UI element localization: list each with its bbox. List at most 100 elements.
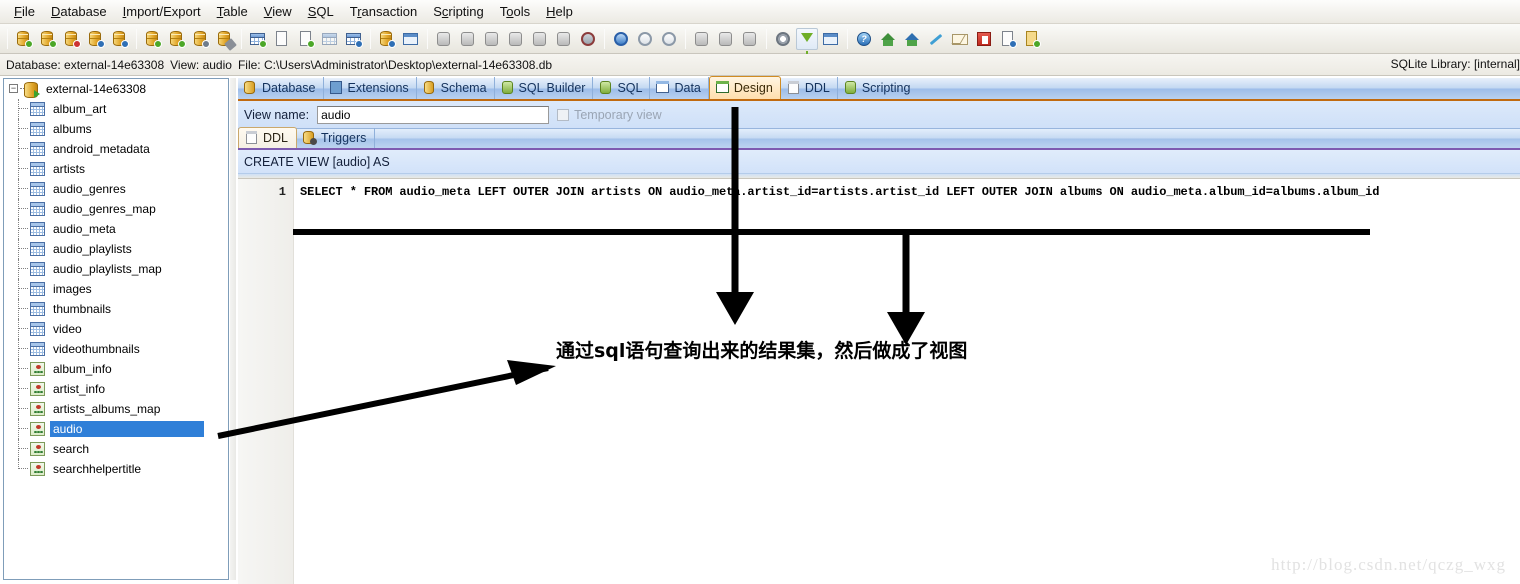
contact-mail-button[interactable]	[949, 28, 971, 50]
tab-extensions[interactable]: Extensions	[324, 77, 417, 99]
view-icon	[30, 362, 45, 376]
menu-import-export[interactable]: Import/Export	[115, 2, 209, 22]
stop-sql-button[interactable]	[577, 28, 599, 50]
tree-item-artists[interactable]: artists	[4, 159, 228, 179]
view-icon	[30, 462, 45, 476]
open-database-button[interactable]	[13, 28, 35, 50]
subtab-triggers[interactable]: Triggers	[297, 128, 376, 148]
compact-database-button[interactable]	[190, 28, 212, 50]
tab-ddl[interactable]: DDL	[781, 77, 838, 99]
menu-table[interactable]: Table	[209, 2, 256, 22]
close-database-button[interactable]	[61, 28, 83, 50]
menu-sql[interactable]: SQL	[300, 2, 342, 22]
scripting-icon	[843, 81, 858, 95]
repair-database-button[interactable]	[214, 28, 237, 51]
tree-item-search[interactable]: search	[4, 439, 228, 459]
tree-item-audio-playlists[interactable]: audio_playlists	[4, 239, 228, 259]
tree-item-audio-meta[interactable]: audio_meta	[4, 219, 228, 239]
line-number: 1	[278, 185, 286, 199]
script-run-1-button[interactable]	[691, 28, 713, 50]
tree-item-album-info[interactable]: album_info	[4, 359, 228, 379]
execute-sql-3-button[interactable]	[481, 28, 503, 50]
checkbox-icon[interactable]	[557, 108, 570, 121]
tab-sql[interactable]: SQL	[593, 77, 651, 99]
execute-sql-5-button[interactable]	[529, 28, 551, 50]
menu-view[interactable]: View	[256, 2, 300, 22]
script-run-3-button[interactable]	[739, 28, 761, 50]
tree-root-external-14e63308[interactable]: − external-14e63308	[4, 79, 228, 99]
execute-sql-6-button[interactable]	[553, 28, 575, 50]
export-data-button[interactable]	[400, 28, 422, 50]
home-page-button[interactable]	[877, 28, 899, 50]
execute-sql-2-button[interactable]	[457, 28, 479, 50]
transaction-begin-button[interactable]	[610, 28, 632, 50]
new-table-button[interactable]	[247, 28, 269, 50]
menu-tools[interactable]: Tools	[492, 2, 538, 22]
script-run-2-button[interactable]	[715, 28, 737, 50]
drop-table-button[interactable]	[319, 28, 341, 50]
tree-connector-horizontal	[18, 168, 28, 169]
transaction-rollback-button[interactable]	[658, 28, 680, 50]
copy-table-button[interactable]	[295, 28, 317, 50]
menu-scripting[interactable]: Scripting	[425, 2, 492, 22]
view-name-input[interactable]	[317, 105, 550, 124]
customize-button[interactable]	[925, 28, 947, 50]
detach-database-button[interactable]	[166, 28, 188, 50]
tree-item-label: searchhelpertitle	[53, 462, 142, 476]
tree-item-audio-playlists-map[interactable]: audio_playlists_map	[4, 259, 228, 279]
tree-item-video[interactable]: video	[4, 319, 228, 339]
tree-item-artist-info[interactable]: artist_info	[4, 379, 228, 399]
tree-item-album-art[interactable]: album_art	[4, 99, 228, 119]
tree-item-albums[interactable]: albums	[4, 119, 228, 139]
register-button[interactable]	[973, 28, 995, 50]
object-tree-panel[interactable]: − external-14e63308 album_art albums andro…	[3, 78, 229, 580]
tree-item-searchhelpertitle[interactable]: searchhelpertitle	[4, 459, 228, 479]
panel-splitter[interactable]	[230, 78, 236, 580]
window-layout-button[interactable]	[820, 28, 842, 50]
tree-item-thumbnails[interactable]: thumbnails	[4, 299, 228, 319]
menu-transaction[interactable]: Transaction	[342, 2, 425, 22]
sql-script-icon	[483, 30, 501, 48]
toolbar: ?	[0, 24, 1520, 56]
tree-item-android-metadata[interactable]: android_metadata	[4, 139, 228, 159]
tab-sql-builder[interactable]: SQL Builder	[495, 77, 594, 99]
help-button[interactable]: ?	[853, 28, 875, 50]
filter-button[interactable]	[796, 27, 818, 56]
subtab-ddl[interactable]: DDL	[238, 127, 298, 148]
database-info-button[interactable]	[109, 28, 131, 50]
collapse-icon[interactable]: −	[9, 84, 18, 93]
updates-button[interactable]	[1021, 28, 1043, 50]
execute-sql-4-button[interactable]	[505, 28, 527, 50]
support-button[interactable]	[901, 28, 923, 50]
tab-design[interactable]: Design	[708, 76, 781, 99]
database-settings-button[interactable]	[85, 28, 107, 50]
import-data-button[interactable]	[376, 28, 398, 50]
about-button[interactable]	[997, 28, 1019, 50]
tree-item-audio-genres[interactable]: audio_genres	[4, 179, 228, 199]
tree-item-videothumbnails[interactable]: videothumbnails	[4, 339, 228, 359]
tree-item-images[interactable]: images	[4, 279, 228, 299]
toolbar-separator	[136, 28, 137, 49]
updates-icon	[1023, 30, 1041, 48]
design-table-button[interactable]	[343, 28, 365, 50]
execute-sql-1-button[interactable]	[433, 28, 455, 50]
transaction-commit-button[interactable]	[634, 28, 656, 50]
menu-file[interactable]: File	[6, 2, 43, 22]
tab-data[interactable]: Data	[650, 77, 709, 99]
tab-scripting[interactable]: Scripting	[838, 77, 918, 99]
ddl-sql-editor[interactable]: 1 SELECT * FROM audio_meta LEFT OUTER JO…	[238, 178, 1520, 584]
tree-connector-vertical	[18, 99, 19, 119]
tab-schema[interactable]: Schema	[417, 77, 495, 99]
sql-statement-text[interactable]: SELECT * FROM audio_meta LEFT OUTER JOIN…	[300, 185, 1379, 199]
menu-help[interactable]: Help	[538, 2, 581, 22]
tree-item-artists-albums-map[interactable]: artists_albums_map	[4, 399, 228, 419]
temporary-view-checkbox-wrap[interactable]: Temporary view	[557, 108, 662, 122]
attach-database-button[interactable]	[142, 28, 164, 50]
tree-item-audio-genres-map[interactable]: audio_genres_map	[4, 199, 228, 219]
tree-item-audio[interactable]: audio	[4, 419, 228, 439]
menu-database[interactable]: Database	[43, 2, 115, 22]
preferences-button[interactable]	[772, 28, 794, 50]
tab-database[interactable]: Database	[238, 77, 324, 99]
rename-table-button[interactable]	[271, 28, 293, 50]
new-database-button[interactable]	[37, 28, 59, 50]
